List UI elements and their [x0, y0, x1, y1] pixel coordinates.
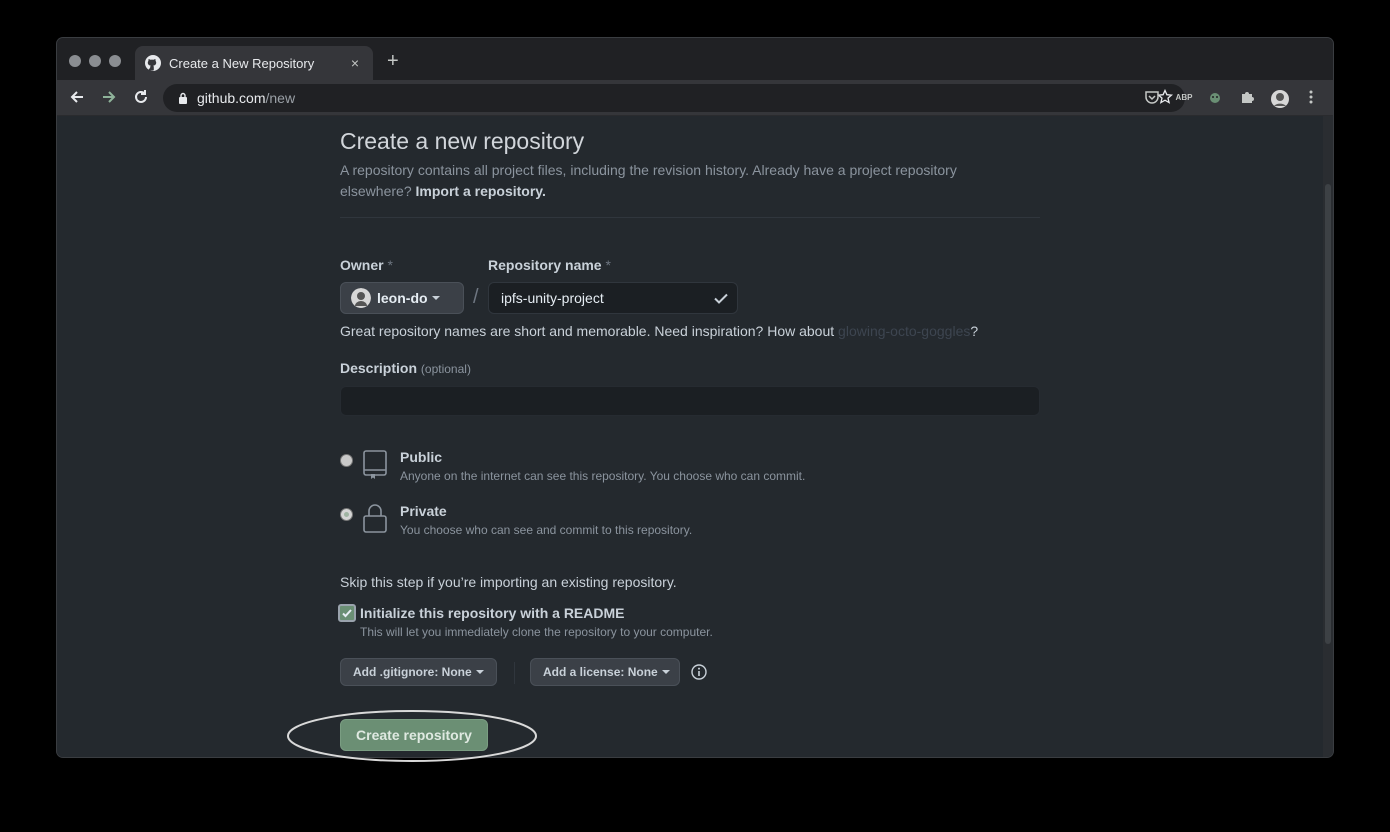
browser-toolbar: github.com/new ABP — [57, 80, 1333, 116]
required-mark: * — [605, 257, 611, 273]
readme-checkbox[interactable] — [338, 604, 356, 622]
owner-select[interactable]: leon-do — [340, 282, 464, 314]
maximize-window-button[interactable] — [109, 55, 121, 67]
minimize-window-button[interactable] — [89, 55, 101, 67]
public-description: Anyone on the internet can see this repo… — [400, 469, 806, 483]
chevron-down-icon — [431, 296, 440, 300]
repo-book-icon — [363, 450, 387, 479]
browser-window: Create a New Repository × + github.com/n… — [57, 38, 1333, 757]
page-content: Create a new repository A repository con… — [57, 116, 1323, 757]
back-button[interactable] — [67, 88, 87, 108]
gitignore-select[interactable]: Add .gitignore: None — [340, 658, 497, 686]
optional-tag: (optional) — [420, 362, 471, 376]
forward-arrow-icon — [103, 91, 116, 103]
lock-icon — [179, 92, 187, 104]
name-suggestion-link[interactable]: glowing-octo-goggles — [838, 323, 970, 339]
puzzle-icon[interactable] — [1238, 89, 1256, 107]
url-domain: github.com — [197, 90, 266, 106]
public-title: Public — [400, 449, 443, 465]
avatar — [351, 288, 371, 308]
tab-strip: Create a New Repository × + — [57, 38, 1333, 80]
hint-text: Great repository names are short and mem… — [340, 323, 835, 339]
github-icon — [145, 55, 161, 71]
license-select[interactable]: Add a license: None — [530, 658, 680, 686]
back-arrow-icon — [70, 91, 83, 103]
private-title: Private — [400, 503, 447, 519]
gitignore-label: Add .gitignore: None — [353, 665, 472, 679]
menu-icon[interactable] — [1305, 89, 1317, 107]
required-mark: * — [387, 257, 393, 273]
repo-name-label-text: Repository name — [488, 257, 602, 273]
tab-title: Create a New Repository — [169, 55, 315, 71]
extension-icon[interactable] — [1206, 89, 1224, 107]
readme-description: This will let you immediately clone the … — [360, 625, 713, 639]
description-label-text: Description — [340, 360, 418, 376]
repo-name-value: ipfs-unity-project — [501, 290, 604, 306]
active-tab[interactable]: Create a New Repository × — [135, 46, 373, 80]
readme-title: Initialize this repository with a README — [360, 605, 625, 621]
tab-close-icon[interactable]: × — [347, 55, 363, 71]
reload-button[interactable] — [131, 88, 151, 108]
repo-name-input[interactable]: ipfs-unity-project — [488, 282, 738, 314]
highlight-ellipse — [287, 710, 537, 762]
scrollbar-thumb[interactable] — [1325, 184, 1331, 644]
page-title: Create a new repository — [340, 128, 585, 154]
pocket-icon[interactable] — [1143, 89, 1161, 107]
license-label: Add a license: None — [543, 665, 658, 679]
reload-icon — [135, 90, 147, 103]
page-subtitle: A repository contains all project files,… — [340, 160, 1020, 202]
info-icon[interactable] — [691, 664, 707, 680]
select-divider — [514, 662, 515, 684]
url-path: /new — [265, 90, 296, 106]
check-icon — [714, 293, 728, 304]
private-radio[interactable] — [340, 508, 353, 521]
description-label: Description (optional) — [340, 360, 471, 376]
owner-label-text: Owner — [340, 257, 384, 273]
close-window-button[interactable] — [69, 55, 81, 67]
skip-note: Skip this step if you’re importing an ex… — [340, 574, 677, 590]
description-input[interactable] — [340, 386, 1040, 416]
address-bar[interactable]: github.com/new — [163, 84, 1185, 112]
page-scrollbar[interactable] — [1323, 116, 1333, 757]
private-description: You choose who can see and commit to thi… — [400, 523, 693, 537]
checkmark-icon — [342, 609, 352, 618]
import-repo-link[interactable]: Import a repository. — [416, 183, 546, 199]
divider — [340, 217, 1040, 218]
profile-icon[interactable] — [1269, 89, 1291, 108]
owner-value: leon-do — [377, 290, 428, 306]
chevron-down-icon — [475, 670, 484, 674]
hint-suffix: ? — [970, 323, 979, 339]
owner-label: Owner * — [340, 257, 393, 273]
lock-icon — [363, 504, 387, 533]
public-radio[interactable] — [340, 454, 353, 467]
chevron-down-icon — [661, 670, 670, 674]
forward-button[interactable] — [99, 88, 119, 108]
name-hint: Great repository names are short and mem… — [340, 323, 978, 339]
new-tab-button[interactable]: + — [387, 51, 399, 71]
owner-repo-separator: / — [473, 286, 479, 308]
repo-name-label: Repository name * — [488, 257, 611, 273]
abp-icon[interactable]: ABP — [1173, 89, 1195, 107]
